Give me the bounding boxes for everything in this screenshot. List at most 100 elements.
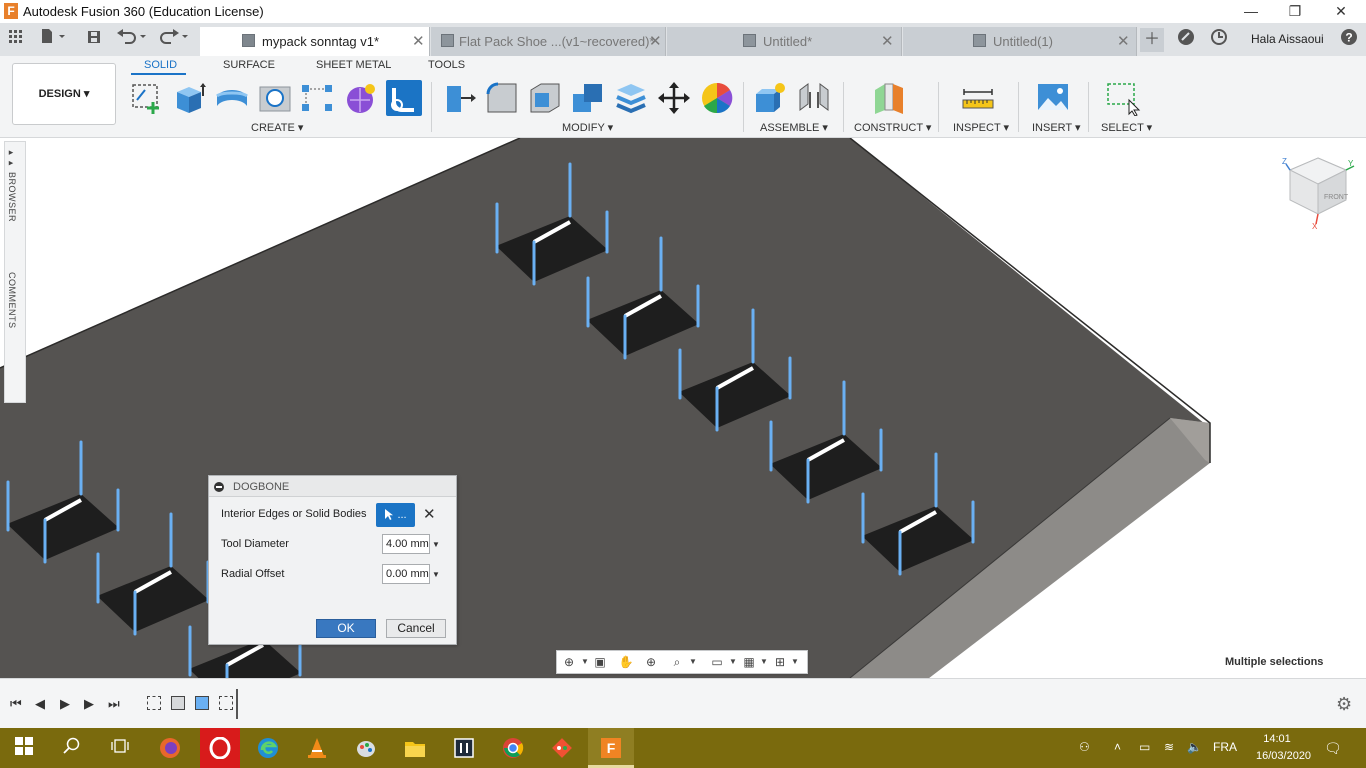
start-windows-icon[interactable] (13, 737, 35, 759)
combine-icon[interactable] (570, 80, 606, 116)
go-to-end-icon[interactable]: ⏭ (108, 696, 120, 712)
minimize-button[interactable]: — (1228, 0, 1274, 23)
step-back-icon[interactable]: ◀ (35, 696, 45, 712)
select-group-label[interactable]: SELECT ▾ (1101, 121, 1152, 134)
file-explorer-icon[interactable] (404, 737, 426, 759)
tab-surface[interactable]: SURFACE (223, 59, 275, 71)
insert-group-label[interactable]: INSERT ▾ (1032, 121, 1081, 134)
timeline-marker[interactable] (236, 689, 238, 719)
vlc-icon[interactable] (306, 737, 328, 759)
notifications-icon[interactable]: 🗨 (1324, 740, 1342, 757)
measure-icon[interactable] (960, 80, 996, 116)
git-icon[interactable] (551, 737, 573, 759)
tab-untitled-1[interactable]: Untitled(1) ✕ (903, 27, 1137, 56)
look-at-icon[interactable]: ▣ (592, 654, 608, 670)
chevron-down-icon[interactable]: ▼ (725, 654, 741, 670)
construct-group-label[interactable]: CONSTRUCT ▾ (854, 121, 931, 134)
offset-plane-icon[interactable] (871, 80, 907, 116)
language-indicator[interactable]: FRA (1213, 740, 1237, 754)
workspace-switcher-button[interactable]: DESIGN ▾ (12, 63, 116, 125)
task-view-icon[interactable] (109, 737, 131, 759)
chevron-up-icon[interactable]: ˄ (1114, 740, 1121, 754)
move-copy-icon[interactable] (656, 80, 692, 116)
new-component-icon[interactable] (752, 80, 788, 116)
grid-settings-icon[interactable]: ▦ (741, 654, 757, 670)
tab-sheet-metal[interactable]: SHEET METAL (316, 59, 391, 71)
tab-flat-pack-shoe[interactable]: Flat Pack Shoe ...(v1~recovered)* ✕ (431, 27, 666, 56)
create-group-label[interactable]: CREATE ▾ (251, 121, 303, 134)
undo-icon[interactable] (114, 28, 150, 52)
volume-icon[interactable]: 🔈 (1187, 740, 1202, 754)
app-frame-icon[interactable] (453, 737, 475, 759)
file-icon[interactable] (36, 28, 70, 52)
tab-close-icon[interactable]: ✕ (412, 32, 425, 50)
pattern-icon[interactable] (299, 80, 335, 116)
close-button[interactable]: ✕ (1318, 0, 1364, 23)
fillet-icon[interactable] (484, 80, 520, 116)
tool-diameter-input[interactable]: 4.00 mm (382, 534, 430, 554)
gear-icon[interactable]: ⚙ (1336, 694, 1352, 715)
redo-icon[interactable] (156, 28, 192, 52)
timeline-sketch-item[interactable] (147, 696, 161, 710)
timeline-feature-item[interactable] (171, 696, 185, 710)
edge-selection-button[interactable]: ... (376, 503, 415, 527)
chrome-icon[interactable] (502, 737, 524, 759)
timeline-feature-item[interactable] (195, 696, 209, 710)
tab-close-icon[interactable]: ✕ (649, 32, 662, 50)
zoom-icon[interactable]: ⊕ (643, 654, 659, 670)
create-form-icon[interactable] (342, 80, 378, 116)
model-viewport[interactable] (0, 138, 1366, 678)
fusion360-taskbar-icon[interactable]: F (600, 737, 622, 759)
comments-tab[interactable]: COMMENTS (7, 272, 17, 329)
new-tab-plus-icon[interactable]: ＋ (1140, 28, 1164, 52)
search-icon[interactable] (61, 737, 83, 759)
design-canvas[interactable]: Z Y X FRONT (0, 138, 1366, 678)
timeline-feature-item[interactable] (219, 696, 233, 710)
press-pull-icon[interactable] (441, 80, 477, 116)
chevron-down-icon[interactable]: ▼ (685, 654, 701, 670)
chevron-down-icon[interactable]: ▼ (787, 654, 803, 670)
offset-face-icon[interactable] (613, 80, 649, 116)
wifi-icon[interactable]: ≋ (1164, 740, 1174, 754)
assemble-group-label[interactable]: ASSEMBLE ▾ (760, 121, 828, 134)
step-forward-icon[interactable]: ▶ (84, 696, 94, 712)
radial-offset-input[interactable]: 0.00 mm (382, 564, 430, 584)
help-icon[interactable]: ? (1337, 28, 1361, 52)
revolve-icon[interactable] (214, 80, 250, 116)
browser-tab[interactable]: ▸▸ BROWSER (7, 148, 17, 222)
orbit-icon[interactable]: ⊕ (561, 654, 577, 670)
tab-tools[interactable]: TOOLS (428, 59, 465, 71)
tab-close-icon[interactable]: ✕ (881, 32, 894, 50)
chevron-down-icon[interactable]: ▼ (577, 654, 593, 670)
display-settings-icon[interactable]: ▭ (709, 654, 725, 670)
ok-button[interactable]: OK (316, 619, 376, 638)
people-icon[interactable]: ⚇ (1079, 740, 1090, 754)
clock[interactable]: 14:01 16/03/2020 (1256, 731, 1311, 765)
fit-icon[interactable]: ⌕ (669, 654, 685, 670)
user-name[interactable]: Hala Aissaoui (1251, 32, 1324, 46)
tab-close-icon[interactable]: ✕ (1117, 32, 1130, 50)
viewports-icon[interactable]: ⊞ (772, 654, 788, 670)
pan-hand-icon[interactable]: ✋ (618, 654, 634, 670)
clock-history-icon[interactable] (1207, 28, 1231, 52)
create-sketch-icon[interactable] (129, 80, 165, 116)
save-icon[interactable] (82, 28, 106, 52)
grid-icon[interactable] (4, 28, 28, 52)
edge-browser-icon[interactable] (257, 737, 279, 759)
paint-icon[interactable] (355, 737, 377, 759)
chevron-down-icon[interactable]: ▼ (756, 654, 772, 670)
modify-group-label[interactable]: MODIFY ▾ (562, 121, 613, 134)
clear-selection-icon[interactable]: ✕ (423, 505, 436, 523)
job-status-icon[interactable] (1174, 28, 1198, 52)
hole-icon[interactable] (257, 80, 293, 116)
cancel-button[interactable]: Cancel (386, 619, 446, 638)
tab-mypack-sonntag[interactable]: mypack sonntag v1* ✕ (200, 27, 430, 56)
tab-untitled[interactable]: Untitled* ✕ (667, 27, 902, 56)
chevron-down-icon[interactable]: ▼ (432, 540, 440, 549)
tab-solid[interactable]: SOLID (144, 59, 177, 71)
inspect-group-label[interactable]: INSPECT ▾ (953, 121, 1009, 134)
battery-icon[interactable]: ▭ (1139, 740, 1150, 754)
collapse-icon[interactable] (214, 482, 224, 492)
opera-icon[interactable] (200, 728, 240, 768)
play-icon[interactable]: ▶ (60, 696, 70, 712)
